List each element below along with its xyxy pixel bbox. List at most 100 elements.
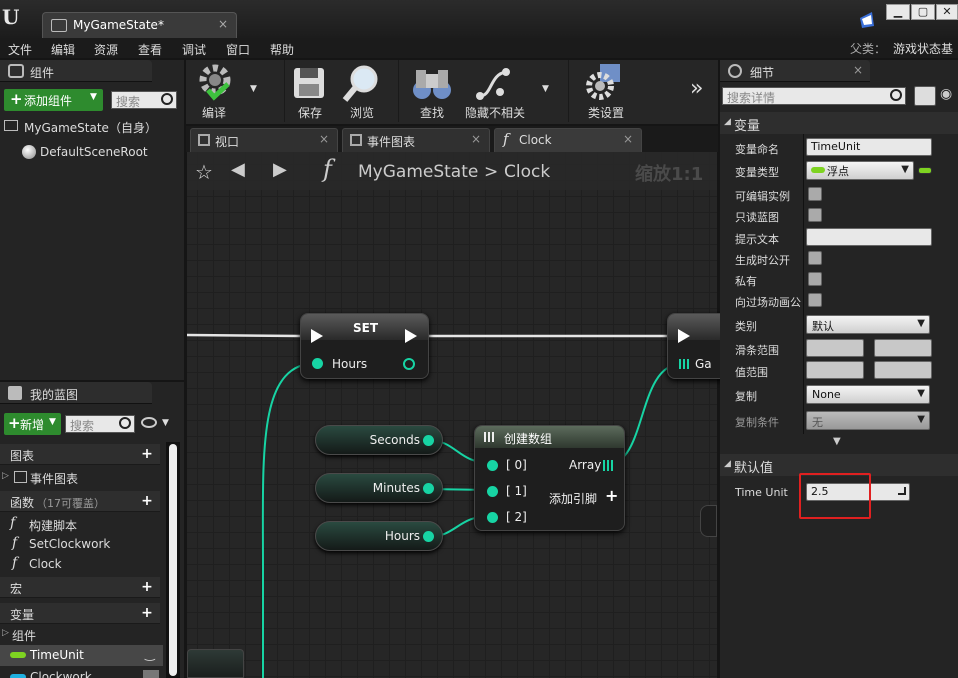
add-pin-label[interactable]: 添加引脚: [549, 490, 597, 507]
array-output-pin[interactable]: [603, 460, 614, 471]
close-tab-icon[interactable]: ×: [471, 132, 481, 146]
tooltip-input[interactable]: [806, 228, 932, 246]
components-search-input[interactable]: 搜索: [111, 91, 177, 109]
details-search-input[interactable]: 搜索详情: [722, 87, 906, 105]
maximize-button[interactable]: ▢: [911, 4, 935, 20]
eye-icon[interactable]: ◉: [940, 86, 958, 106]
new-button[interactable]: + 新增 ▼: [4, 413, 61, 435]
slider-range-min-input[interactable]: [806, 339, 864, 357]
parent-class-value[interactable]: 游戏状态基: [893, 40, 953, 57]
menu-edit[interactable]: 编辑: [51, 41, 75, 58]
close-tab-icon[interactable]: ×: [319, 132, 329, 146]
replication-condition-select[interactable]: 无 ▼: [806, 411, 930, 430]
expand-arrow-icon[interactable]: ▷: [2, 471, 9, 481]
class-settings-button[interactable]: [582, 62, 626, 104]
macros-section[interactable]: 宏 +: [0, 577, 160, 598]
menu-help[interactable]: 帮助: [270, 41, 294, 58]
show-advanced-icon[interactable]: ▼: [833, 436, 841, 447]
component-root-item[interactable]: MyGameState（自身）: [4, 118, 182, 136]
eye-icon[interactable]: [141, 417, 157, 428]
visibility-toggle[interactable]: [143, 670, 159, 678]
seconds-variable-node[interactable]: Seconds: [315, 425, 443, 455]
hide-options-chevron-icon[interactable]: ▼: [542, 84, 549, 94]
hours-output-pin[interactable]: [403, 358, 415, 370]
offscreen-node[interactable]: [700, 505, 717, 537]
seconds-output-pin[interactable]: [423, 435, 434, 446]
property-matrix-icon[interactable]: [914, 86, 936, 106]
expand-arrow-icon[interactable]: ▷: [2, 628, 9, 638]
exec-in-pin[interactable]: [311, 329, 323, 343]
variable-item-clockwork[interactable]: Clockwork: [0, 667, 163, 678]
expose-on-spawn-checkbox[interactable]: [808, 251, 822, 265]
function-item-setclockwork[interactable]: f SetClockwork: [10, 535, 160, 555]
offscreen-bottom-node[interactable]: [187, 649, 244, 678]
exec-in-pin[interactable]: [678, 329, 690, 343]
tab-event-graph[interactable]: 事件图表 ×: [342, 128, 490, 152]
favorite-star-icon[interactable]: ☆: [195, 160, 213, 184]
minutes-variable-node[interactable]: Minutes: [315, 473, 443, 503]
add-function-icon[interactable]: +: [140, 494, 154, 508]
minutes-output-pin[interactable]: [423, 483, 434, 494]
blueprint-readonly-checkbox[interactable]: [808, 208, 822, 222]
slider-range-max-input[interactable]: [874, 339, 932, 357]
hours-input-pin[interactable]: [312, 358, 323, 369]
chevron-icon[interactable]: ‿: [145, 647, 155, 661]
collapse-arrow-icon[interactable]: ◢: [724, 459, 731, 469]
array-element-0-pin[interactable]: [487, 460, 498, 471]
array-element-1-pin[interactable]: [487, 486, 498, 497]
collapse-arrow-icon[interactable]: ◢: [724, 117, 731, 127]
partial-node[interactable]: Ga: [667, 313, 728, 379]
hide-unrelated-button[interactable]: ▼: [468, 64, 558, 104]
variable-item-timeunit[interactable]: TimeUnit ‿: [0, 645, 163, 666]
function-item-clock[interactable]: f Clock: [10, 555, 160, 575]
instance-editable-checkbox[interactable]: [808, 187, 822, 201]
menu-file[interactable]: 文件: [8, 41, 32, 58]
variable-name-input[interactable]: TimeUnit: [806, 138, 932, 156]
close-panel-icon[interactable]: ×: [853, 63, 863, 77]
container-type-icon[interactable]: [918, 167, 932, 174]
minimize-button[interactable]: ▁: [886, 4, 910, 20]
expose-cinematics-checkbox[interactable]: [808, 293, 822, 307]
blueprint-scrollbar[interactable]: [166, 442, 180, 678]
exec-out-pin[interactable]: [405, 329, 417, 343]
save-button[interactable]: [288, 64, 332, 104]
document-tab[interactable]: MyGameState* ×: [42, 12, 237, 39]
hours-variable-node[interactable]: Hours: [315, 521, 443, 551]
graphs-section[interactable]: 图表 +: [0, 444, 160, 465]
value-range-max-input[interactable]: [874, 361, 932, 379]
menu-debug[interactable]: 调试: [182, 41, 206, 58]
blueprint-search-input[interactable]: 搜索: [65, 415, 135, 433]
toolbar-overflow-icon[interactable]: »: [690, 76, 703, 101]
menu-view[interactable]: 查看: [138, 41, 162, 58]
value-range-min-input[interactable]: [806, 361, 864, 379]
view-options-chevron-icon[interactable]: ▼: [162, 418, 169, 428]
menu-window[interactable]: 窗口: [226, 41, 250, 58]
add-component-button[interactable]: + 添加组件 ▼: [4, 89, 103, 111]
browse-button[interactable]: [340, 64, 384, 104]
components-category-item[interactable]: ▷ 组件: [0, 625, 160, 645]
component-child-item[interactable]: DefaultSceneRoot: [22, 144, 182, 162]
unreal-logo-icon[interactable]: U: [2, 6, 24, 28]
array-element-2-pin[interactable]: [487, 512, 498, 523]
find-button[interactable]: [408, 64, 454, 104]
breadcrumb-leaf[interactable]: Clock: [504, 162, 550, 182]
make-array-node[interactable]: 创建数组 [ 0] [ 1] [ 2] Array 添加引脚 +: [474, 425, 625, 531]
tab-clock[interactable]: f Clock ×: [494, 128, 642, 152]
replication-select[interactable]: None ▼: [806, 385, 930, 404]
array-input-pin[interactable]: [679, 359, 689, 369]
variable-type-select[interactable]: 浮点 ▼: [806, 161, 914, 180]
category-select[interactable]: 默认 ▼: [806, 315, 930, 334]
add-variable-icon[interactable]: +: [140, 606, 154, 620]
back-arrow-icon[interactable]: ◀: [231, 159, 245, 180]
close-tab-icon[interactable]: ×: [623, 132, 633, 146]
variables-section[interactable]: 变量 +: [0, 603, 160, 624]
event-graph-item[interactable]: ▷ 事件图表: [0, 468, 160, 488]
tab-viewport[interactable]: 视口 ×: [190, 128, 338, 152]
add-macro-icon[interactable]: +: [140, 580, 154, 594]
add-graph-icon[interactable]: +: [140, 447, 154, 461]
breadcrumb-root[interactable]: MyGameState: [358, 162, 478, 182]
set-node[interactable]: SET Hours: [300, 313, 429, 379]
private-checkbox[interactable]: [808, 272, 822, 286]
functions-section[interactable]: 函数 （17可覆盖） +: [0, 491, 160, 512]
variable-category-header[interactable]: ◢ 变量: [720, 112, 958, 134]
